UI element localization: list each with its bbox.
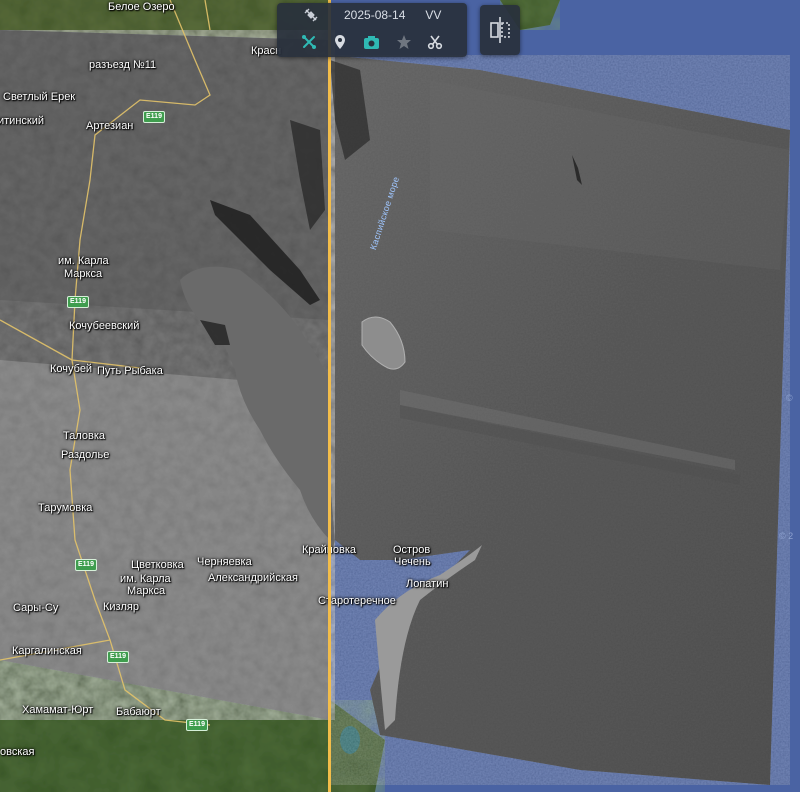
place-label: Чечень bbox=[394, 556, 431, 568]
place-label: Кочубей bbox=[50, 363, 93, 375]
tools-icon[interactable] bbox=[300, 33, 318, 51]
place-label: им. Карла bbox=[58, 255, 109, 267]
place-label: Бабаюрт bbox=[116, 706, 161, 718]
place-label: Цветковка bbox=[131, 559, 184, 571]
attribution-mark: © 2 bbox=[779, 531, 794, 541]
place-label: Таловка bbox=[63, 430, 106, 442]
place-label: Светлый Ерек bbox=[3, 91, 76, 103]
attribution-mark: © bbox=[786, 393, 793, 403]
satellite-icon[interactable] bbox=[302, 6, 320, 24]
place-label: Лопатин bbox=[406, 578, 449, 590]
compare-split-button[interactable] bbox=[480, 5, 520, 55]
place-label: Хамамат-Юрт bbox=[22, 704, 94, 716]
sar-land-scene bbox=[0, 30, 370, 720]
place-label: Александрийская bbox=[208, 572, 298, 584]
highway-shield: E119 bbox=[67, 296, 89, 308]
camera-icon[interactable] bbox=[363, 33, 381, 51]
highway-shield: E119 bbox=[75, 559, 97, 571]
place-label: Раздолье bbox=[61, 449, 110, 461]
place-label: овская bbox=[0, 746, 35, 758]
scissors-icon[interactable] bbox=[426, 33, 444, 51]
place-label: разъезд №11 bbox=[89, 59, 157, 71]
place-label: Сары-Су bbox=[13, 602, 59, 614]
highway-shield: E119 bbox=[107, 651, 129, 663]
place-label: Маркса bbox=[64, 268, 103, 280]
place-label: Каргалинская bbox=[12, 645, 82, 657]
toolbar-actions-row bbox=[277, 29, 467, 55]
acquisition-date[interactable]: 2025-08-14 bbox=[344, 8, 405, 22]
split-view-icon bbox=[490, 17, 510, 43]
place-label: Остров bbox=[393, 544, 431, 556]
place-label: Маркса bbox=[127, 585, 166, 597]
polarization-label[interactable]: VV bbox=[425, 8, 441, 22]
highway-shield: E119 bbox=[143, 111, 165, 123]
layer-pin-icon[interactable] bbox=[331, 33, 349, 51]
compare-slider-divider[interactable] bbox=[328, 0, 331, 792]
place-label: Кочубеевский bbox=[69, 320, 140, 332]
sar-sea-scene bbox=[330, 55, 790, 785]
map-canvas[interactable] bbox=[0, 0, 800, 792]
place-label: Кизляр bbox=[103, 601, 139, 613]
image-toolbar: 2025-08-14 VV bbox=[277, 3, 467, 57]
place-label: Путь Рыбака bbox=[97, 365, 163, 377]
star-icon[interactable] bbox=[395, 33, 413, 51]
toolbar-info-row: 2025-08-14 VV bbox=[277, 3, 467, 27]
highway-shield: E119 bbox=[186, 719, 208, 731]
place-label: Белое Озеро bbox=[108, 1, 175, 13]
place-label: им. Карла bbox=[120, 573, 171, 585]
place-label: Черняевка bbox=[197, 556, 252, 568]
place-label: Артезиан bbox=[86, 120, 134, 132]
place-label: итинский bbox=[0, 115, 45, 127]
lake-shape bbox=[340, 726, 360, 754]
place-label: Тарумовка bbox=[38, 502, 93, 514]
